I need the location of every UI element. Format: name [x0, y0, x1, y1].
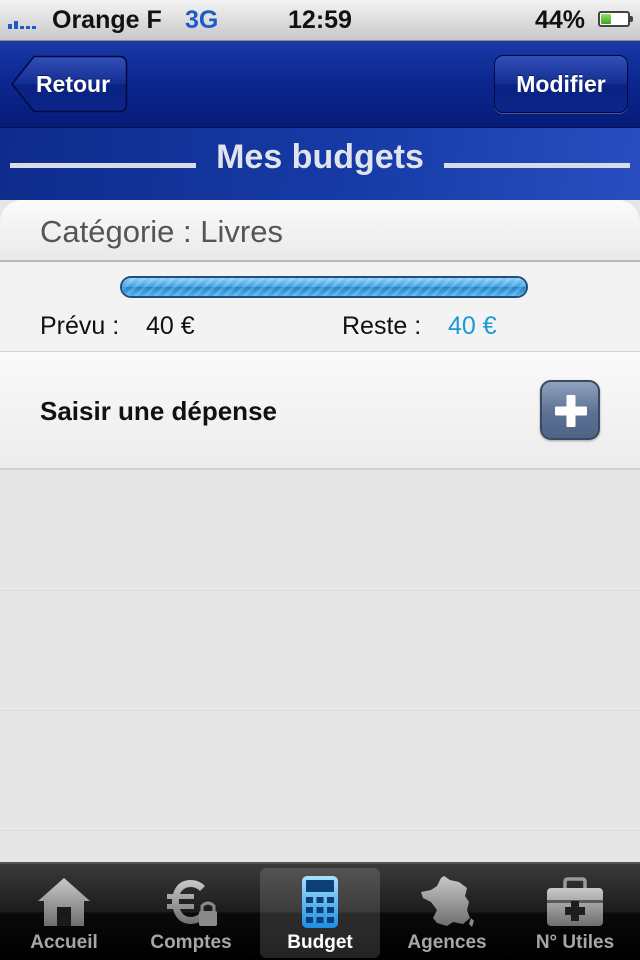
tab-budget[interactable]: Budget — [260, 868, 380, 958]
status-bar: Orange F 3G 12:59 44% — [0, 0, 640, 41]
france-map-icon — [421, 876, 474, 927]
budget-progress-bar — [120, 276, 528, 298]
title-band: Mes budgets — [0, 128, 640, 200]
tab-comptes[interactable]: Comptes — [131, 868, 251, 958]
add-expense-button[interactable] — [540, 380, 600, 440]
planned-label: Prévu : — [40, 312, 120, 340]
edit-button[interactable]: Modifier — [494, 55, 628, 113]
euro-lock-icon — [167, 880, 217, 926]
list-separator — [0, 710, 640, 711]
battery-level — [601, 14, 612, 24]
tab-label: Budget — [287, 932, 353, 953]
plus-icon — [555, 395, 587, 427]
title-divider-right — [444, 163, 630, 168]
home-icon — [38, 878, 90, 926]
list-separator — [0, 590, 640, 591]
tab-label: N° Utiles — [535, 932, 615, 953]
navigation-bar: Retour Modifier — [0, 41, 640, 128]
list-separator — [0, 830, 640, 831]
tab-numeros-utiles[interactable]: N° Utiles — [515, 868, 635, 958]
tab-label: Accueil — [30, 932, 98, 953]
expense-list — [0, 470, 640, 862]
budget-progress-fill — [122, 278, 526, 296]
remaining-label: Reste : — [342, 312, 422, 340]
category-header: Catégorie : Livres — [0, 200, 640, 262]
battery-icon — [598, 11, 633, 27]
tab-accueil[interactable]: Accueil — [4, 868, 124, 958]
edit-button-label: Modifier — [516, 70, 606, 97]
calculator-icon — [302, 876, 338, 928]
back-button-label: Retour — [35, 70, 111, 97]
tab-label: Agences — [407, 932, 487, 953]
tab-bar: Accueil Comptes Budget Agences N° Utiles — [0, 862, 640, 960]
planned-value: 40 € — [146, 312, 195, 340]
add-expense-row[interactable]: Saisir une dépense — [0, 352, 640, 470]
back-button[interactable]: Retour — [10, 55, 128, 113]
tab-agences[interactable]: Agences — [387, 868, 507, 958]
add-expense-label: Saisir une dépense — [40, 396, 277, 426]
page-title: Mes budgets — [216, 138, 424, 176]
first-aid-kit-icon — [547, 877, 603, 926]
remaining-value: 40 € — [448, 312, 497, 340]
budget-summary: Prévu : 40 € Reste : 40 € — [0, 262, 640, 352]
battery-percentage: 44% — [534, 6, 585, 34]
category-label: Catégorie : Livres — [40, 214, 283, 249]
tab-label: Comptes — [150, 932, 232, 953]
